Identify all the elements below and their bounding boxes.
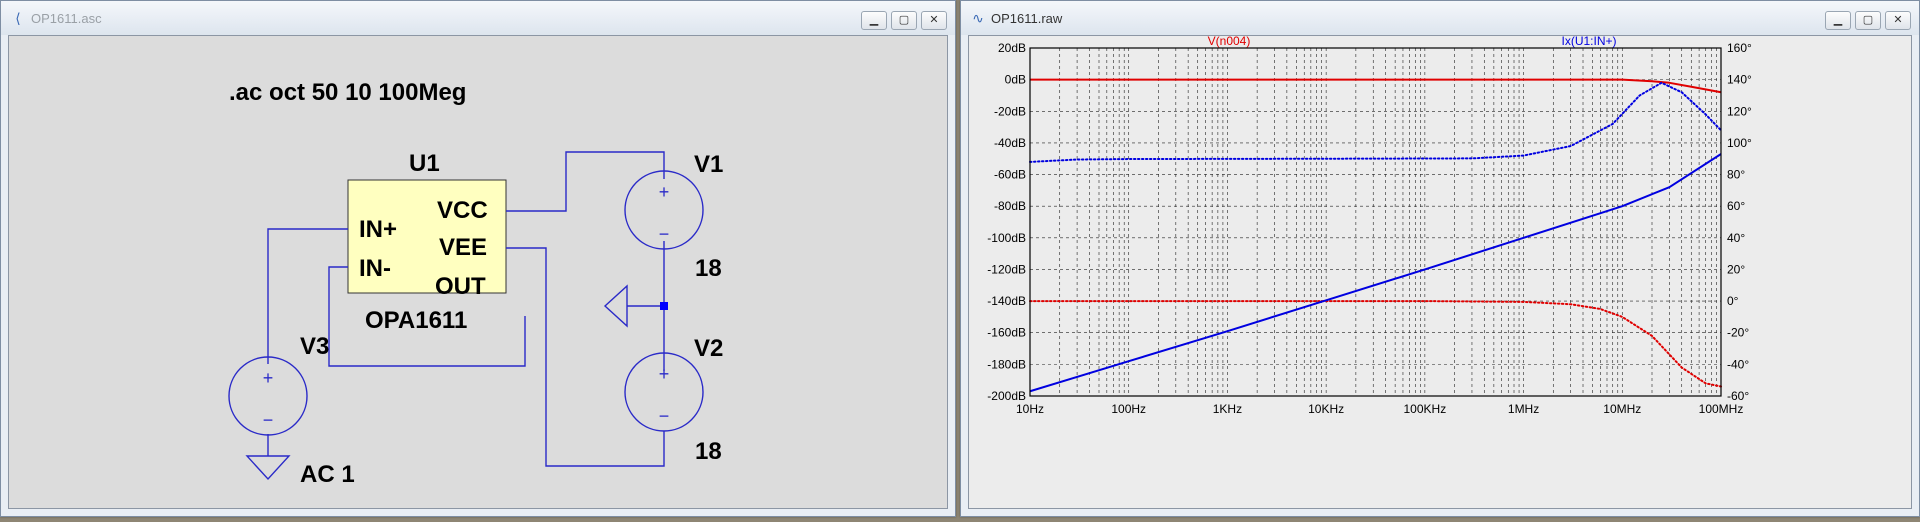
x-tick-label: 100MHz xyxy=(1699,402,1744,416)
left-axis-tick-labels: 20dB 0dB -20dB -40dB -60dB -80dB -100dB -120dB -… xyxy=(987,41,1026,403)
left-tick-label: 20dB xyxy=(998,41,1026,55)
pin-label-vee: VEE xyxy=(439,234,487,261)
left-tick-label: -80dB xyxy=(994,199,1026,213)
pin-label-out: OUT xyxy=(435,273,486,300)
trace-v-n004-magnitude xyxy=(1030,78,1722,94)
left-tick-label: -40dB xyxy=(994,136,1026,150)
maximize-button[interactable]: ▢ xyxy=(891,11,917,30)
wire-vee xyxy=(506,247,665,467)
right-tick-label: 100° xyxy=(1727,136,1752,150)
right-tick-label: 0° xyxy=(1727,294,1739,308)
waveform-panel[interactable]: 20dB 0dB -20dB -40dB -60dB -80dB -100dB -120dB -… xyxy=(968,35,1912,509)
plot-grid xyxy=(1029,47,1721,397)
right-axis-tick-labels: 160° 140° 120° 100° 80° 60° 40° 20° 0° -20° -40° -6… xyxy=(1727,41,1752,403)
v1-source-symbol[interactable]: + − xyxy=(624,170,704,250)
svg-text:−: − xyxy=(659,224,670,244)
pin-label-vcc: VCC xyxy=(437,197,488,224)
minimize-button[interactable]: ▁ xyxy=(1825,11,1851,30)
x-tick-label: 10Hz xyxy=(1016,402,1044,416)
right-tick-label: -40° xyxy=(1727,357,1749,371)
schematic-window: ⟨ OP1611.asc ▁ ▢ ✕ + − + − + − .ac oct 5… xyxy=(0,0,956,517)
opamp-model-label: OPA1611 xyxy=(365,307,467,334)
junction-dot xyxy=(660,302,668,310)
schematic-window-title: OP1611.asc xyxy=(31,11,102,26)
ground-symbol-mid xyxy=(603,284,628,328)
wire-vcc xyxy=(506,151,665,212)
ltspice-schematic-icon: ⟨ xyxy=(15,11,21,27)
schematic-canvas[interactable]: + − + − + − .ac oct 50 10 100Meg U1 IN+ … xyxy=(8,35,948,509)
v1-value-label: 18 xyxy=(695,255,722,282)
maximize-button[interactable]: ▢ xyxy=(1855,11,1881,30)
left-tick-label: -20dB xyxy=(994,104,1026,118)
schematic-titlebar[interactable]: ⟨ OP1611.asc ▁ ▢ ✕ xyxy=(1,1,955,35)
x-tick-label: 10MHz xyxy=(1603,402,1641,416)
waveform-icon: ∿ xyxy=(972,11,984,27)
right-tick-label: -60° xyxy=(1727,389,1749,403)
right-tick-label: 40° xyxy=(1727,231,1745,245)
svg-text:+: + xyxy=(659,364,670,384)
v3-value-label: AC 1 xyxy=(300,461,355,488)
x-tick-label: 1MHz xyxy=(1508,402,1539,416)
svg-text:+: + xyxy=(659,182,670,202)
right-tick-label: 160° xyxy=(1727,41,1752,55)
plot-frame xyxy=(1029,47,1722,397)
v3-source-symbol[interactable]: + − xyxy=(228,356,308,436)
left-tick-label: -160dB xyxy=(987,326,1026,340)
ground-symbol-v3 xyxy=(245,455,291,481)
trace-ix-u1-in-phase xyxy=(1029,81,1722,163)
right-tick-label: -20° xyxy=(1727,326,1749,340)
svg-text:−: − xyxy=(263,410,274,430)
x-axis-tick-labels: 10Hz 100Hz 1KHz 10KHz 100KHz 1MHz 10MHz 100MHz xyxy=(1016,402,1743,416)
left-tick-label: -200dB xyxy=(987,389,1026,403)
pin-label-in-minus: IN- xyxy=(359,255,391,282)
close-button[interactable]: ✕ xyxy=(1885,11,1911,30)
x-tick-label: 100KHz xyxy=(1404,402,1447,416)
right-tick-label: 80° xyxy=(1727,168,1745,182)
v2-source-symbol[interactable]: + − xyxy=(624,352,704,432)
v3-ref-label: V3 xyxy=(300,333,329,360)
left-tick-label: -60dB xyxy=(994,168,1026,182)
trace-v-n004-phase xyxy=(1029,300,1722,388)
waveform-titlebar[interactable]: ∿ OP1611.raw ▁ ▢ ✕ xyxy=(961,1,1919,35)
schematic-drawing: + − + − + − .ac oct 50 10 100Meg U1 IN+ … xyxy=(228,79,723,488)
x-tick-label: 100Hz xyxy=(1111,402,1146,416)
right-tick-label: 140° xyxy=(1727,73,1752,87)
left-tick-label: -180dB xyxy=(987,357,1026,371)
right-tick-label: 20° xyxy=(1727,262,1745,276)
left-tick-label: -100dB xyxy=(987,231,1026,245)
close-button[interactable]: ✕ xyxy=(921,11,947,30)
svg-text:+: + xyxy=(263,368,274,388)
ac-directive[interactable]: .ac oct 50 10 100Meg xyxy=(229,79,466,106)
right-tick-label: 60° xyxy=(1727,199,1745,213)
left-tick-label: -140dB xyxy=(987,294,1026,308)
right-tick-label: 120° xyxy=(1727,104,1752,118)
trace-ix-u1-in-magnitude xyxy=(1029,153,1722,393)
pin-label-in-plus: IN+ xyxy=(359,216,397,243)
x-tick-label: 10KHz xyxy=(1308,402,1344,416)
trace-label-ix-u1-in[interactable]: Ix(U1:IN+) xyxy=(1561,36,1616,48)
bode-plot[interactable]: 20dB 0dB -20dB -40dB -60dB -80dB -100dB -120dB -… xyxy=(969,36,1913,510)
v2-ref-label: V2 xyxy=(694,335,723,362)
waveform-window-title: OP1611.raw xyxy=(991,11,1063,26)
left-tick-label: 0dB xyxy=(1005,73,1026,87)
left-tick-label: -120dB xyxy=(987,262,1026,276)
v2-value-label: 18 xyxy=(695,438,722,465)
x-tick-label: 1KHz xyxy=(1213,402,1242,416)
v1-ref-label: V1 xyxy=(694,151,723,178)
svg-text:−: − xyxy=(659,406,670,426)
opamp-ref-label: U1 xyxy=(409,150,440,177)
plot-traces xyxy=(1029,78,1722,393)
trace-label-v-n004[interactable]: V(n004) xyxy=(1208,36,1251,48)
waveform-window: ∿ OP1611.raw ▁ ▢ ✕ 20dB 0dB -20dB -40dB -60dB -… xyxy=(960,0,1920,517)
minimize-button[interactable]: ▁ xyxy=(861,11,887,30)
